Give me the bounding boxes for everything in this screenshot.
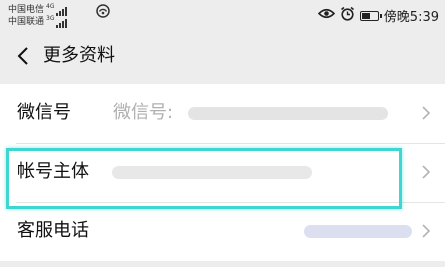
carrier-1-network: 4G bbox=[46, 3, 55, 10]
carrier-2-name: 中国联通 bbox=[8, 17, 45, 27]
page-title: 更多资料 bbox=[43, 45, 115, 66]
row-label: 帐号主体 bbox=[17, 161, 89, 182]
chevron-left-icon[interactable] bbox=[12, 44, 34, 68]
carrier-2-network: 3G bbox=[46, 15, 55, 22]
chevron-right-icon bbox=[421, 162, 431, 182]
wifi-icon bbox=[95, 4, 111, 22]
status-time: 傍晚5:39 bbox=[383, 10, 439, 25]
customer-service-row[interactable]: 客服电话 bbox=[0, 202, 445, 261]
nav-bar: 更多资料 bbox=[0, 34, 445, 78]
row-value: 微信号: bbox=[113, 102, 174, 123]
battery-icon bbox=[359, 10, 382, 21]
redacted-value bbox=[304, 225, 412, 238]
status-right: 傍晚5:39 bbox=[317, 6, 439, 25]
redacted-value bbox=[112, 166, 312, 179]
row-label: 微信号 bbox=[17, 102, 71, 123]
eye-icon bbox=[317, 7, 335, 24]
signal-2-icon bbox=[56, 19, 68, 28]
chevron-right-icon bbox=[421, 103, 431, 123]
redacted-value bbox=[188, 107, 388, 120]
carrier-1-name: 中国电信 bbox=[8, 5, 45, 15]
wechat-id-row[interactable]: 微信号 微信号: bbox=[0, 84, 445, 143]
account-entity-row[interactable]: 帐号主体 bbox=[0, 143, 445, 202]
carrier-info: 中国电信 4G 中国联通 3G bbox=[8, 3, 68, 28]
status-bar: 中国电信 4G 中国联通 3G 傍晚5:39 bbox=[0, 0, 445, 34]
row-label: 客服电话 bbox=[17, 220, 89, 241]
info-list: 微信号 微信号: 帐号主体 客服电话 bbox=[0, 84, 445, 261]
signal-1-icon bbox=[56, 7, 68, 16]
alarm-icon bbox=[340, 6, 355, 25]
chevron-right-icon bbox=[421, 221, 431, 241]
